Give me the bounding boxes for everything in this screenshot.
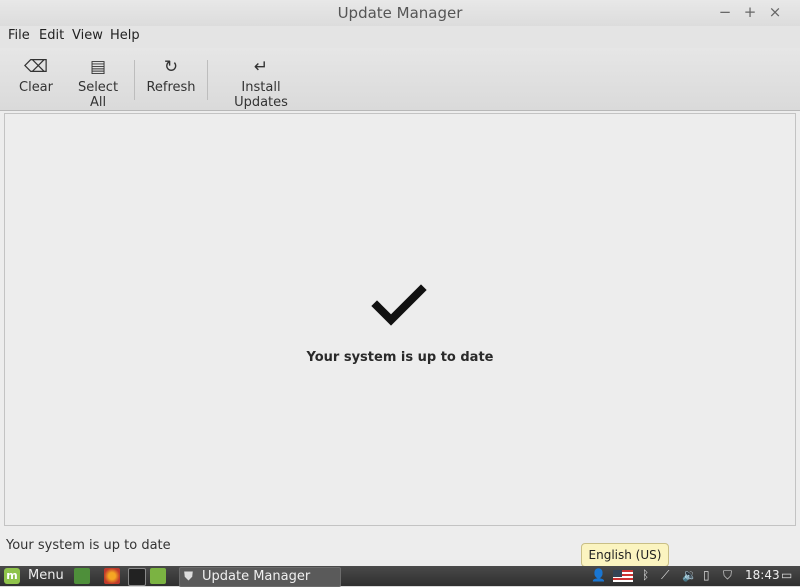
bluetooth-icon[interactable]: ᛒ <box>642 568 649 582</box>
minimize-button[interactable]: − <box>716 3 734 21</box>
taskbar-panel: m Menu ⛊ Update Manager 👤 ᛒ ⟋ 🔉 ▯ ⛉ 18:4… <box>0 566 800 587</box>
keyboard-layout-tooltip: English (US) <box>581 543 669 567</box>
menu-view[interactable]: View <box>72 28 103 43</box>
window-title: Update Manager <box>337 4 463 22</box>
clear-button[interactable]: ⌫ Clear <box>14 54 58 106</box>
clock[interactable]: 18:43 <box>745 568 780 582</box>
network-icon[interactable]: ⟋ <box>661 568 669 583</box>
clear-icon: ⌫ <box>23 57 49 77</box>
volume-icon[interactable]: 🔉 <box>682 568 697 582</box>
show-desktop-icon[interactable] <box>74 568 90 584</box>
menu-edit[interactable]: Edit <box>39 28 64 43</box>
update-shield-icon[interactable]: ⛉ <box>723 568 732 583</box>
user-icon[interactable]: 👤 <box>591 568 606 582</box>
workspace-icon[interactable]: ▭ <box>781 568 792 582</box>
maximize-button[interactable]: + <box>741 3 759 21</box>
menu-bar: File Edit View Help <box>0 26 800 48</box>
install-updates-label: Install Updates <box>234 80 288 110</box>
status-text: Your system is up to date <box>6 538 171 553</box>
close-button[interactable]: × <box>766 3 784 21</box>
install-icon: ↵ <box>253 57 269 77</box>
toolbar-separator <box>134 60 135 100</box>
firefox-icon[interactable] <box>104 568 120 584</box>
toolbar-separator <box>207 60 208 100</box>
terminal-icon[interactable] <box>128 568 146 586</box>
update-manager-window: Update Manager − + × File Edit View Help… <box>0 0 800 566</box>
title-bar[interactable]: Update Manager − + × <box>0 0 800 26</box>
menu-help[interactable]: Help <box>110 28 140 43</box>
select-all-label: Select All <box>77 80 119 110</box>
checkmark-icon <box>371 284 427 326</box>
refresh-button[interactable]: ↻ Refresh <box>145 54 197 106</box>
select-all-button[interactable]: ▤ Select All <box>68 54 128 110</box>
task-label: Update Manager <box>202 569 311 584</box>
status-bar: Your system is up to date <box>0 534 800 558</box>
menu-button[interactable]: Menu <box>28 568 64 583</box>
select-all-icon: ▤ <box>89 57 107 77</box>
refresh-label: Refresh <box>146 80 196 95</box>
refresh-icon: ↻ <box>163 57 179 77</box>
files-icon[interactable] <box>150 568 166 584</box>
install-updates-button[interactable]: ↵ Install Updates <box>216 54 306 110</box>
keyboard-layout-flag-icon[interactable] <box>613 570 633 582</box>
clear-label: Clear <box>19 80 53 95</box>
toolbar: ⌫ Clear ▤ Select All ↻ Refresh ↵ Install… <box>0 48 800 111</box>
mint-menu-icon[interactable]: m <box>4 568 20 584</box>
menu-file[interactable]: File <box>8 28 30 43</box>
up-to-date-message: Your system is up to date <box>306 350 494 365</box>
shield-icon: ⛊ <box>184 569 194 583</box>
battery-icon[interactable]: ▯ <box>703 568 710 582</box>
taskbar-item-update-manager[interactable]: ⛊ Update Manager <box>179 567 341 587</box>
